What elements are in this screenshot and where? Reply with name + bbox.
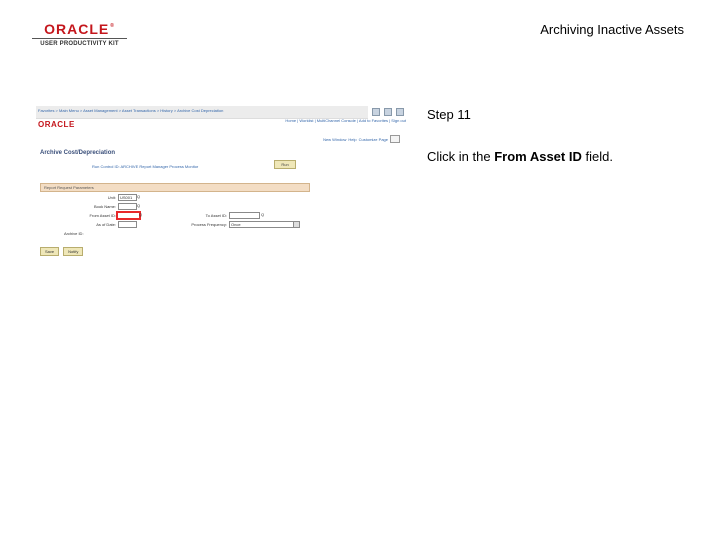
run-button[interactable]: Run (274, 160, 296, 169)
lookup-icon[interactable]: Q (137, 194, 140, 199)
document-title: Archiving Inactive Assets (540, 22, 684, 37)
new-window-link[interactable]: New Window (323, 137, 346, 142)
process-frequency-select[interactable]: Once (229, 221, 300, 228)
to-asset-id-label: To Asset ID: (205, 213, 227, 218)
chevron-down-icon[interactable] (293, 222, 299, 227)
toolbar-icons (368, 106, 410, 118)
as-of-date-label: As of Date: (96, 222, 116, 227)
instruction-prefix: Click in the (427, 149, 495, 164)
from-asset-id-label: From Asset ID: (89, 213, 116, 218)
archive-id-label: Archive ID: (64, 231, 84, 236)
lookup-icon[interactable]: Q (137, 203, 140, 208)
page-title: Archive Cost/Depreciation (40, 150, 116, 156)
oracle-wordmark: ORACLE ® (44, 21, 115, 37)
page-utility-links: New Window Help Customize Page (323, 135, 400, 143)
customize-page-link[interactable]: Customize Page (359, 137, 388, 142)
process-frequency-label: Process Frequency: (191, 222, 227, 227)
window-icon[interactable] (372, 108, 380, 116)
step-number: Step 11 (427, 107, 471, 122)
instruction-suffix: field. (581, 149, 613, 164)
book-name-label: Book Name: (93, 204, 116, 209)
to-asset-id-field[interactable] (229, 212, 260, 219)
instruction-text: Click in the From Asset ID field. (427, 149, 613, 164)
window-icon[interactable] (384, 108, 392, 116)
breadcrumb[interactable]: Favorites > Main Menu > Asset Management… (38, 108, 223, 113)
run-control-links[interactable]: Run Control ID: ARCHIVE Report Manager P… (92, 164, 198, 169)
logo-divider (32, 38, 127, 39)
section-header: Report Request Parameters (40, 183, 310, 192)
from-asset-id-field[interactable] (116, 211, 141, 220)
page-action-buttons: Save Notify (40, 247, 84, 256)
unit-field[interactable]: US001 (118, 194, 137, 201)
process-frequency-value: Once (231, 222, 241, 227)
oracle-upk-logo: ORACLE ® USER PRODUCTIVITY KIT (32, 22, 127, 47)
global-nav-links[interactable]: Home | Worklist | MultiChannel Console |… (285, 118, 406, 123)
app-brand: ORACLE (38, 120, 75, 129)
lookup-icon[interactable]: Q (261, 212, 264, 217)
unit-label: Unit: (107, 195, 116, 200)
notify-button[interactable]: Notify (63, 247, 84, 256)
window-icon[interactable] (396, 108, 404, 116)
lookup-icon[interactable]: Q (139, 212, 142, 217)
instruction-target: From Asset ID (494, 149, 582, 164)
logo-subtitle: USER PRODUCTIVITY KIT (40, 41, 119, 47)
as-of-date-field[interactable] (118, 221, 137, 228)
save-button[interactable]: Save (40, 247, 60, 256)
help-link[interactable]: Help (348, 137, 356, 142)
application-screenshot: Favorites > Main Menu > Asset Management… (36, 106, 410, 256)
book-name-field[interactable] (118, 203, 137, 210)
http-icon[interactable] (390, 135, 400, 143)
